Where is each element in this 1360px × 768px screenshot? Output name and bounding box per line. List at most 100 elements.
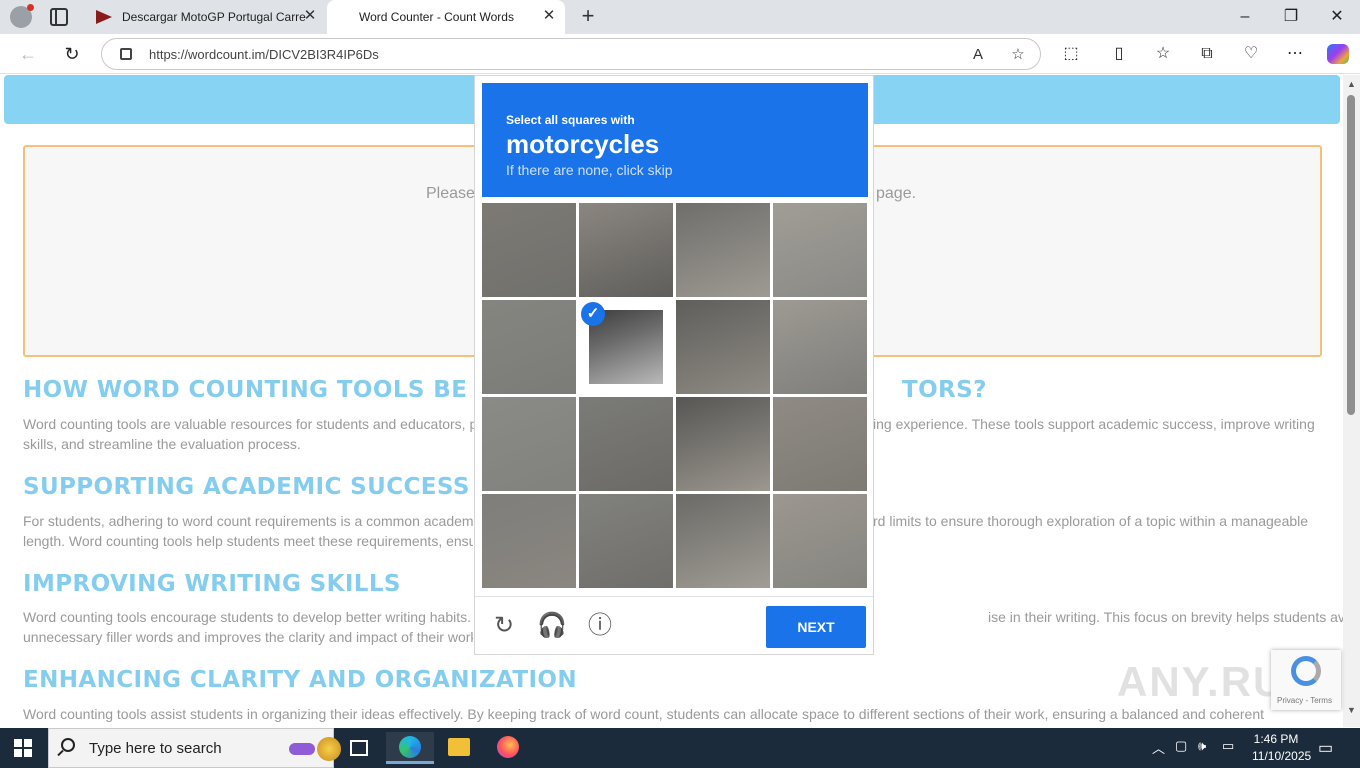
audio-icon[interactable]: 🎧 (537, 611, 567, 641)
tab-title: Word Counter - Count Words (359, 10, 514, 24)
captcha-tile[interactable] (773, 203, 867, 297)
search-icon (61, 738, 75, 752)
back-arrow-icon[interactable]: ← (16, 42, 40, 66)
section-heading: TORS? (902, 377, 987, 403)
lock-icon[interactable] (120, 48, 132, 60)
maximize-button[interactable]: ❐ (1279, 5, 1303, 29)
captcha-tile[interactable] (579, 203, 673, 297)
section-text: Word counting tools assist students in o… (23, 706, 1265, 722)
clock-date: 11/10/2025 (1252, 749, 1312, 763)
show-hidden-icons-icon[interactable]: ︿ (1152, 738, 1165, 757)
captcha-tile[interactable] (676, 494, 770, 588)
refresh-icon[interactable]: ↻ (60, 42, 84, 66)
page-scrollbar[interactable]: ▲ ▼ (1343, 75, 1360, 727)
tab-word-counter[interactable]: Word Counter - Count Words ✕ (327, 0, 565, 34)
more-menu-icon[interactable]: ⋯ (1284, 43, 1306, 65)
section-text: ise in their writing. This focus on brev… (988, 609, 1343, 625)
read-aloud-icon[interactable]: A (968, 45, 988, 65)
close-tab-icon[interactable]: ✕ (302, 8, 318, 24)
section-text: rd limits to ensure thorough exploration… (873, 513, 1309, 529)
folder-icon (448, 738, 470, 756)
captcha-tile[interactable] (482, 300, 576, 394)
task-view-button[interactable] (337, 732, 385, 764)
favorite-star-icon[interactable]: ☆ (1008, 45, 1028, 65)
clock-time: 1:46 PM (1253, 732, 1299, 746)
editor-placeholder: page. (876, 185, 917, 202)
captcha-tile[interactable] (579, 494, 673, 588)
network-icon[interactable]: ▭ (1222, 738, 1234, 754)
tab-motogp[interactable]: Descargar MotoGP Portugal Carre ✕ (88, 0, 326, 34)
recaptcha-logo-icon (1291, 656, 1321, 686)
scroll-down-icon[interactable]: ▼ (1346, 705, 1357, 715)
captcha-tile[interactable] (676, 203, 770, 297)
profile-avatar-icon[interactable] (10, 4, 34, 28)
taskbar-edge[interactable] (386, 732, 434, 764)
edge-icon (399, 736, 421, 758)
section-text: length. Word counting tools help student… (23, 533, 473, 549)
checkmark-icon: ✓ (581, 302, 605, 326)
captcha-tile[interactable] (773, 300, 867, 394)
close-tab-icon[interactable]: ✕ (541, 8, 557, 24)
info-icon[interactable]: ⓘ (585, 611, 615, 641)
section-text: unnecessary filler words and improves th… (23, 629, 473, 645)
browser-toolbar: ← ↻ https://wordcount.im/DICV2BI3R4IP6Ds… (0, 34, 1360, 74)
captcha-tile[interactable] (579, 397, 673, 491)
captcha-image-grid: ✓ (482, 203, 868, 589)
close-window-button[interactable]: ✕ (1325, 5, 1349, 29)
captcha-instruction: Select all squares with (506, 113, 635, 127)
captcha-tile[interactable] (482, 494, 576, 588)
meet-now-icon[interactable]: ▢ (1175, 738, 1187, 754)
recaptcha-links[interactable]: Privacy - Terms (1277, 696, 1332, 705)
address-bar[interactable]: https://wordcount.im/DICV2BI3R4IP6Ds A ☆ (101, 38, 1041, 70)
collections-icon[interactable]: ⧉ (1196, 43, 1218, 65)
captcha-footer: ↻ 🎧 ⓘ NEXT (475, 596, 873, 654)
section-heading: HOW WORD COUNTING TOOLS BE (23, 377, 468, 403)
captcha-tile[interactable]: ✓ (579, 300, 673, 394)
copilot-icon[interactable] (1327, 44, 1349, 64)
next-button[interactable]: NEXT (766, 606, 866, 648)
volume-icon[interactable]: 🕪 (1198, 738, 1206, 754)
windows-start-icon[interactable] (14, 739, 32, 757)
captcha-tile[interactable] (482, 397, 576, 491)
taskbar: Type here to search ︿ ▢ 🕪 ▭ 1:46 PM 11/1… (0, 728, 1360, 768)
captcha-header: Select all squares with motorcycles If t… (482, 83, 868, 197)
captcha-challenge: Select all squares with motorcycles If t… (474, 75, 874, 655)
new-tab-button[interactable]: + (576, 5, 600, 29)
task-view-icon (350, 740, 368, 756)
captcha-tile[interactable] (773, 494, 867, 588)
captcha-tile[interactable] (676, 397, 770, 491)
title-bar: Descargar MotoGP Portugal Carre ✕ Word C… (0, 0, 1360, 34)
section-text: For students, adhering to word count req… (23, 513, 473, 529)
notifications-icon[interactable]: ▭ (1318, 738, 1333, 758)
taskbar-search[interactable]: Type here to search (48, 728, 341, 768)
split-screen-icon[interactable]: ▯ (1108, 43, 1130, 65)
captcha-tile[interactable] (482, 203, 576, 297)
section-heading: ENHANCING CLARITY AND ORGANIZATION (23, 667, 578, 693)
section-heading: SUPPORTING ACADEMIC SUCCESS (23, 474, 470, 500)
tab-title: Descargar MotoGP Portugal Carre (122, 10, 306, 24)
search-placeholder: Type here to search (89, 740, 222, 757)
recaptcha-badge[interactable]: Privacy - Terms (1271, 650, 1341, 710)
taskbar-firefox[interactable] (484, 732, 532, 764)
scrollbar-thumb[interactable] (1347, 95, 1355, 415)
favorites-icon[interactable]: ☆ (1152, 43, 1174, 65)
taskbar-file-explorer[interactable] (435, 732, 483, 764)
editor-placeholder: Please (426, 185, 475, 202)
captcha-tile[interactable] (676, 300, 770, 394)
browser-essentials-icon[interactable]: ♡ (1240, 43, 1262, 65)
motogp-favicon-icon (96, 10, 112, 24)
firefox-icon (497, 736, 519, 758)
reload-icon[interactable]: ↻ (489, 611, 519, 641)
scroll-up-icon[interactable]: ▲ (1346, 79, 1357, 89)
url-text[interactable]: https://wordcount.im/DICV2BI3R4IP6Ds (149, 47, 379, 62)
section-text: Word counting tools are valuable resourc… (23, 416, 478, 432)
extensions-icon[interactable]: ⬚ (1060, 43, 1082, 65)
section-text: ing experience. These tools support acad… (873, 416, 1315, 432)
tab-actions-icon[interactable] (50, 8, 68, 26)
section-text: Word counting tools encourage students t… (23, 609, 472, 625)
captcha-target: motorcycles (506, 129, 660, 159)
search-highlight-icon (289, 743, 315, 755)
captcha-tile[interactable] (773, 397, 867, 491)
system-clock[interactable]: 1:46 PM 11/10/2025 (1252, 731, 1312, 765)
minimize-button[interactable]: – (1233, 5, 1257, 29)
